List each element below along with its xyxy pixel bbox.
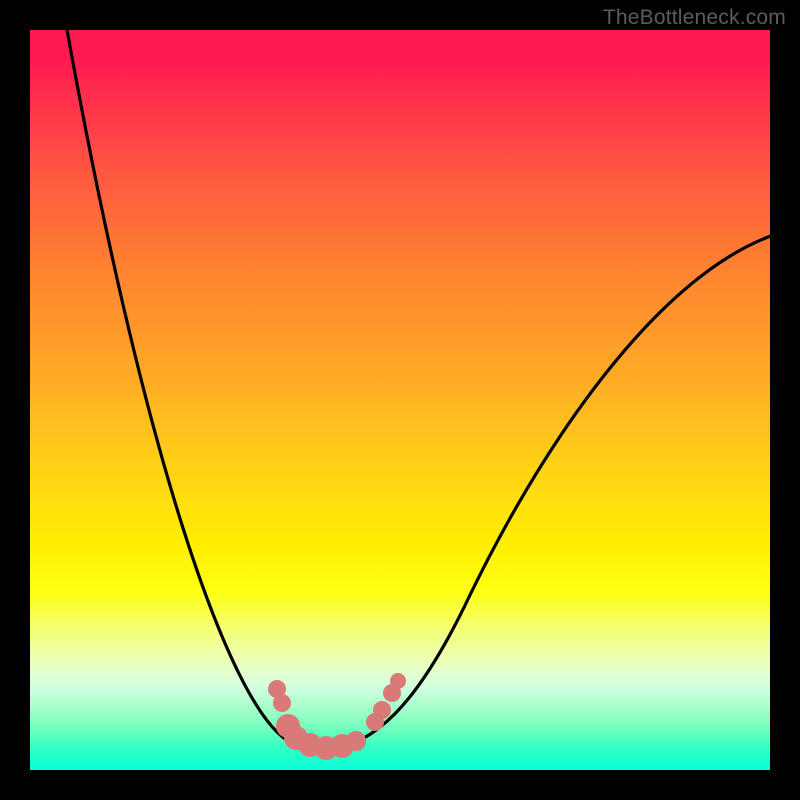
curve-marker <box>346 731 366 751</box>
bottleneck-curve <box>60 30 770 748</box>
curve-layer <box>30 30 770 770</box>
curve-marker <box>273 694 291 712</box>
watermark-text: TheBottleneck.com <box>603 6 786 30</box>
curve-markers-group <box>268 673 406 760</box>
curve-marker <box>390 673 406 689</box>
curve-marker <box>373 701 391 719</box>
plot-area <box>30 30 770 770</box>
